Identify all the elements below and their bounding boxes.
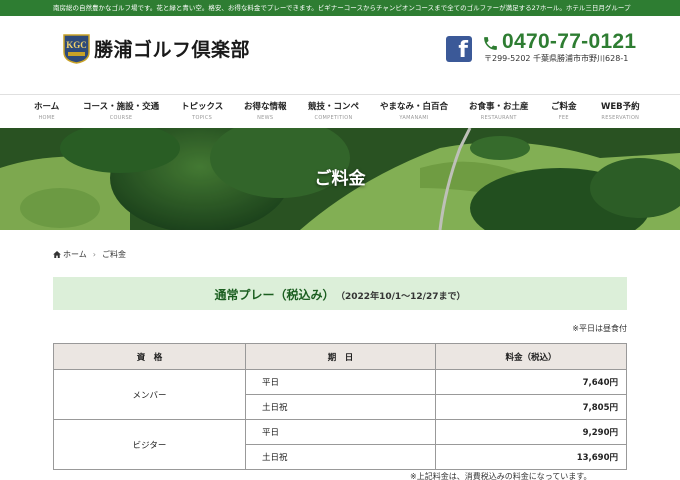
price-cell: 9,290円 [435,419,627,445]
home-icon [53,251,61,258]
nav-label: お食事・お土産 [469,102,529,112]
nav-label: 競技・コンペ [308,102,360,112]
nav-label: やまなみ・白百合 [380,102,449,112]
nav-item-fee[interactable]: ご料金 FEE [551,100,577,121]
nav-sublabel: TOPICS [192,115,213,121]
nav-label: ホーム [34,102,60,112]
phone-number[interactable]: 0470-77-0121 [502,30,636,54]
fee-table: 資 格 期 日 料金（税込） メンバー 平日 7,640円 土日祝 7,805円… [53,343,627,470]
nav-sublabel: COMPETITION [314,115,353,121]
nav-sublabel: RESTAURANT [480,115,517,121]
price-cell: 7,805円 [435,394,627,420]
nav-sublabel: RESERVATION [601,115,640,121]
nav-label: お得な情報 [244,102,287,112]
price-cell: 7,640円 [435,369,627,395]
phone-icon [484,37,497,50]
nav-label: トピックス [181,102,224,112]
column-header-day: 期 日 [245,343,436,370]
breadcrumb-home-link[interactable]: ホーム [63,250,87,259]
main-nav: ホーム HOME コース・施設・交通 COURSE トピックス TOPICS お… [0,94,680,128]
site-logo-text[interactable]: 勝浦ゴルフ倶楽部 [94,35,250,62]
nav-sublabel: YAMANAMI [399,115,429,121]
table-header-row: 資 格 期 日 料金（税込） [53,343,627,370]
day-cell: 土日祝 [245,444,436,470]
nav-item-yamanami[interactable]: やまなみ・白百合 YAMANAMI [380,100,448,121]
logo-badge-text: KGC [66,40,87,50]
nav-item-course[interactable]: コース・施設・交通 COURSE [83,100,159,121]
table-row: ビジター 平日 9,290円 [53,419,627,470]
table-row: メンバー 平日 7,640円 [53,369,627,420]
column-header-type: 資 格 [53,343,246,370]
nav-item-competition[interactable]: 競技・コンペ COMPETITION [308,100,359,121]
member-type-cell: メンバー [53,369,246,420]
nav-item-topics[interactable]: トピックス TOPICS [181,100,223,121]
nav-sublabel: HOME [38,115,55,121]
nav-sublabel: FEE [558,115,569,121]
day-cell: 平日 [245,419,436,445]
nav-label: WEB予約 [601,102,640,112]
tagline-text: 南房総の自然豊かなゴルフ場です。花と緑と青い空。格安、お得な料金でプレーできます… [53,4,631,12]
section-period: （2022年10/1～12/27まで） [340,292,466,302]
tax-note: ※上記料金は、消費税込みの料金になっています。 [410,472,592,480]
day-cell: 平日 [245,369,436,395]
address-text: 〒299-5202 千葉県勝浦市市野川628-1 [484,54,629,63]
price-cell: 13,690円 [435,444,627,470]
nav-item-home[interactable]: ホーム HOME [34,100,59,121]
lunch-note: ※平日は昼食付 [572,324,627,333]
section-title: 通常プレー（税込み） [214,288,335,302]
breadcrumb: ホーム › ご料金 [53,249,126,260]
breadcrumb-current: ご料金 [101,250,126,259]
day-cell: 土日祝 [245,394,436,420]
section-heading: 通常プレー（税込み） （2022年10/1～12/27まで） [53,277,627,310]
logo-badge-icon[interactable]: KGC [63,34,90,64]
nav-item-reservation[interactable]: WEB予約 RESERVATION [601,100,640,121]
facebook-icon[interactable]: f [446,36,472,62]
nav-sublabel: COURSE [109,115,133,121]
breadcrumb-separator: › [92,250,96,259]
visitor-type-cell: ビジター [53,419,246,470]
nav-item-restaurant[interactable]: お食事・お土産 RESTAURANT [469,100,529,121]
nav-label: コース・施設・交通 [83,102,160,112]
hero-banner: ご料金 [0,128,680,230]
nav-item-news[interactable]: お得な情報 NEWS [244,100,287,121]
top-tagline-bar: 南房総の自然豊かなゴルフ場です。花と緑と青い空。格安、お得な料金でプレーできます… [0,0,680,16]
nav-label: ご料金 [551,102,577,112]
nav-sublabel: NEWS [257,115,274,121]
column-header-price: 料金（税込） [435,343,627,370]
site-header: KGC 勝浦ゴルフ倶楽部 f 0470-77-0121 〒299-5202 千葉… [0,16,680,94]
page-title: ご料金 [314,169,366,189]
